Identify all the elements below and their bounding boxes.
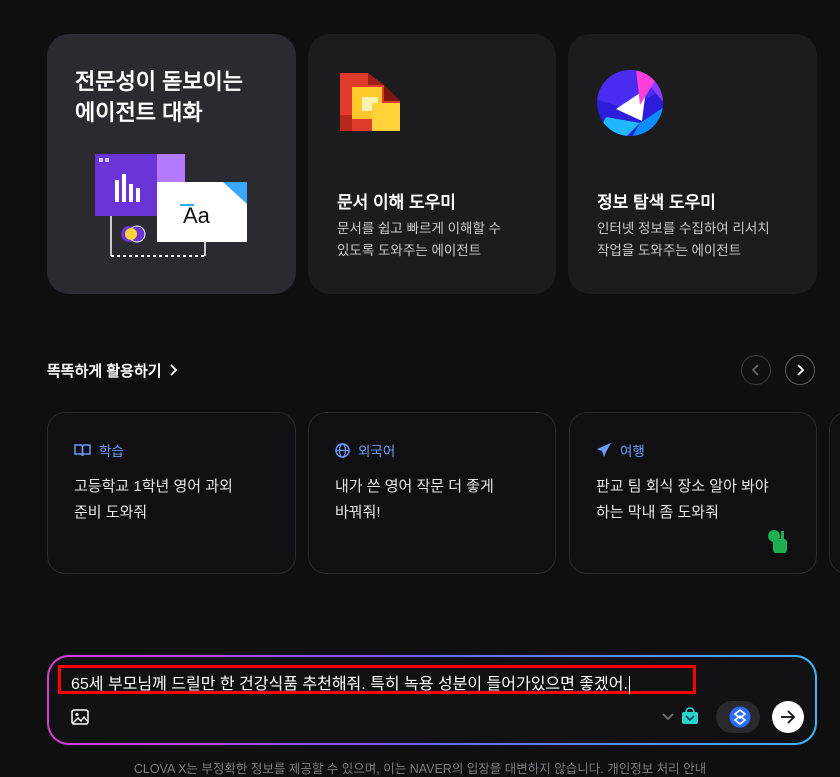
carousel-next-button[interactable] <box>785 355 815 385</box>
globe-icon <box>335 442 350 458</box>
suggestion-card-language[interactable]: 외국어 내가 쓴 영어 작문 더 좋게 바꿔줘! <box>308 412 556 574</box>
book-icon <box>74 444 91 457</box>
android-mascot-icon <box>768 530 787 553</box>
send-button[interactable] <box>772 701 804 733</box>
suggestion-card-study[interactable]: 학습 고등학교 1학년 영어 과외 준비 도와줘 <box>47 412 296 574</box>
skill-plugin-icon <box>729 706 751 728</box>
agent-chat-card[interactable]: 전문성이 돋보이는 에이전트 대화 Aa <box>47 34 296 294</box>
suggestion-text: 고등학교 1학년 영어 과외 준비 도와줘 <box>74 478 233 521</box>
chat-agent-illustration: Aa <box>95 154 247 257</box>
section-smart-use-label: 똑똑하게 활용하기 <box>47 363 162 380</box>
disclaimer-footer: CLOVA X는 부정확한 정보를 제공할 수 있으며, 이는 NAVER의 입… <box>133 762 707 776</box>
search-helper-desc: 인터넷 정보를 수집하여 리서치 작업을 도와주는 에이전트 <box>597 221 770 258</box>
search-helper-title: 정보 탐색 도우미 <box>597 193 716 212</box>
chat-input-field[interactable]: 65세 부모님께 드릴만 한 건강식품 추천해줘. 특히 녹용 성분이 들어가있… <box>71 670 630 694</box>
image-upload-icon[interactable] <box>71 709 89 725</box>
suggestion-category-label: 여행 <box>620 444 645 459</box>
suggestion-text: 판교 팀 회식 장소 알아 봐야 하는 막내 좀 도와줘 <box>596 478 769 521</box>
chevron-down-icon[interactable] <box>662 713 674 721</box>
document-helper-card[interactable]: 문서 이해 도우미 문서를 쉽고 빠르게 이해할 수 있도록 도와주는 에이전트 <box>308 34 556 294</box>
suggestion-card-partial[interactable] <box>829 412 840 574</box>
chat-input-value: 65세 부모님께 드릴만 한 건강식품 추천해줘. 특히 녹용 성분이 들어가있… <box>71 676 628 693</box>
chevron-left-icon <box>751 364 759 376</box>
agent-chat-title: 전문성이 돋보이는 에이전트 대화 <box>75 69 244 125</box>
chevron-right-icon <box>170 363 178 380</box>
suggestion-card-travel[interactable]: 여행 판교 팀 회식 장소 알아 봐야 하는 막내 좀 도와줘 <box>569 412 817 574</box>
section-smart-use-title[interactable]: 똑똑하게 활용하기 <box>47 360 178 381</box>
document-agent-icon <box>340 73 400 131</box>
suggestion-category-label: 외국어 <box>358 444 396 459</box>
document-helper-desc: 문서를 쉽고 빠르게 이해할 수 있도록 도와주는 에이전트 <box>337 221 502 258</box>
suggestion-category-label: 학습 <box>99 444 124 459</box>
chat-input-box[interactable]: 65세 부모님께 드릴만 한 건강식품 추천해줘. 특히 녹용 성분이 들어가있… <box>47 655 817 745</box>
chevron-right-icon <box>797 364 805 376</box>
document-helper-title: 문서 이해 도우미 <box>337 193 456 212</box>
search-agent-icon <box>597 70 663 136</box>
airplane-icon <box>597 443 611 457</box>
suggestion-text: 내가 쓴 영어 작문 더 좋게 바꿔줘! <box>335 478 494 521</box>
carousel-prev-button[interactable] <box>741 355 771 385</box>
plugin-toggle[interactable] <box>716 701 760 733</box>
illustration-aa-text: Aa <box>183 203 211 228</box>
search-helper-card[interactable]: 정보 탐색 도우미 인터넷 정보를 수집하여 리서치 작업을 도와주는 에이전트 <box>568 34 817 294</box>
text-caret <box>628 675 630 694</box>
shopping-bag-icon[interactable] <box>681 707 699 725</box>
arrow-right-icon <box>781 710 796 724</box>
